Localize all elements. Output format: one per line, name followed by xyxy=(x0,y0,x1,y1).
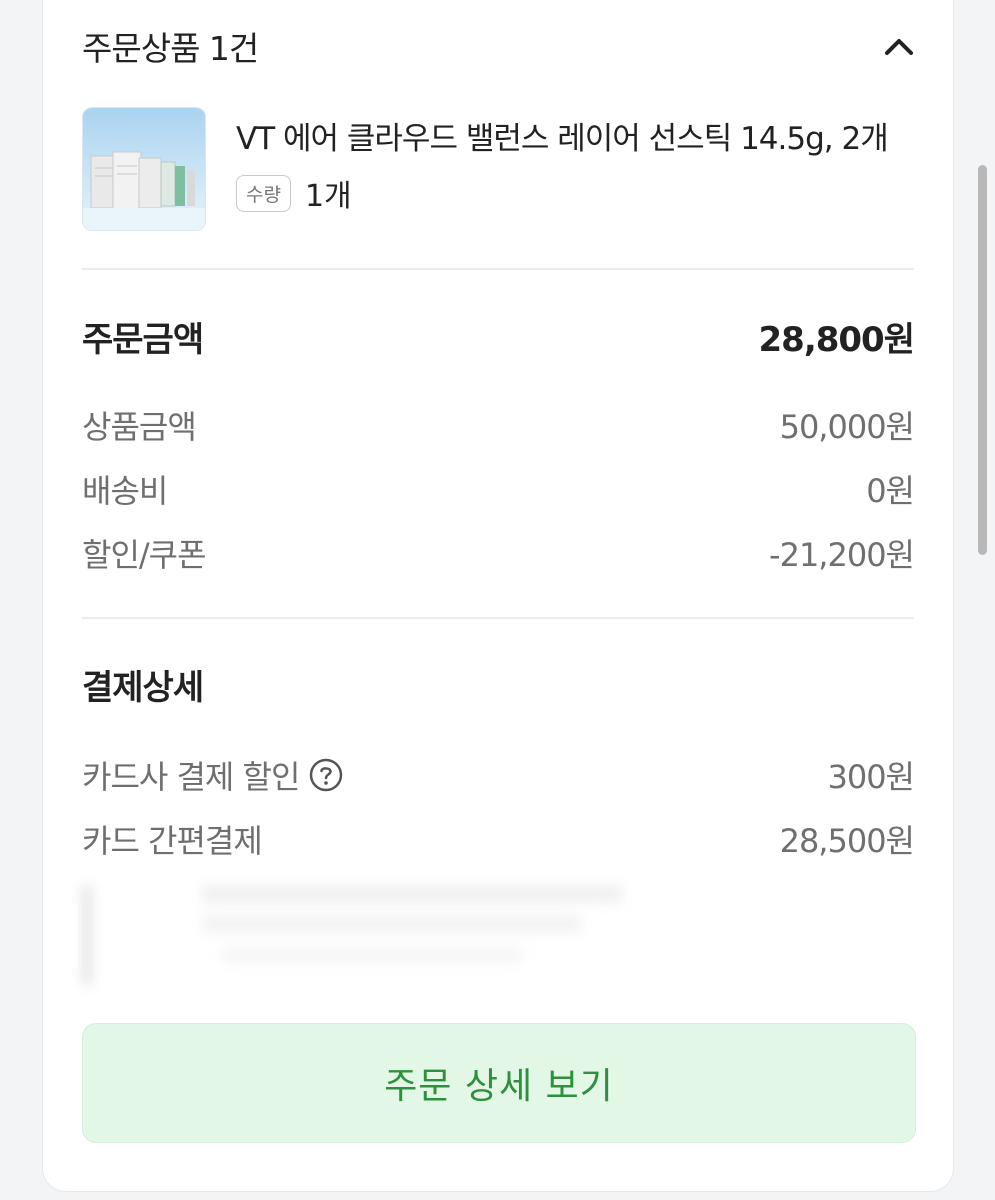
order-items-title: 주문상품 1건 xyxy=(82,29,259,68)
order-amount-title: 주문금액 xyxy=(82,319,204,360)
divider xyxy=(82,617,914,619)
order-amount-total-row: 주문금액 28,800원 xyxy=(82,312,915,360)
payment-row-easy-pay: 카드 간편결제 28,500원 xyxy=(82,815,915,863)
payment-row-label-wrap: 카드사 결제 할인 xyxy=(82,752,343,798)
quantity-row: 수량 1개 xyxy=(236,171,352,215)
amount-row-product: 상품금액 50,000원 xyxy=(82,402,915,448)
product-name[interactable]: VT 에어 클라우드 밸런스 레이어 선스틱 14.5g, 2개 xyxy=(236,113,889,158)
view-order-detail-button[interactable]: 주문 상세 보기 xyxy=(82,1023,916,1143)
divider xyxy=(82,268,914,270)
amount-row-discount: 할인/쿠폰 -21,200원 xyxy=(82,530,915,576)
payment-row-card-discount: 카드사 결제 할인 300원 xyxy=(82,751,915,799)
amount-row-label: 상품금액 xyxy=(82,408,197,446)
amount-row-value: 0원 xyxy=(866,472,915,510)
amount-row-value: -21,200원 xyxy=(769,536,915,574)
payment-row-value: 300원 xyxy=(827,758,915,796)
amount-row-label: 배송비 xyxy=(82,472,168,510)
order-items-header[interactable]: 주문상품 1건 xyxy=(82,18,914,74)
quantity-badge: 수량 xyxy=(236,174,291,212)
amount-row-value: 50,000원 xyxy=(779,408,915,446)
payment-row-label: 카드 간편결제 xyxy=(82,822,263,860)
product-thumbnail[interactable] xyxy=(82,107,206,231)
chevron-up-icon[interactable] xyxy=(884,31,914,61)
redacted-area xyxy=(82,875,642,985)
product-item[interactable]: VT 에어 클라우드 밸런스 레이어 선스틱 14.5g, 2개 수량 1개 xyxy=(82,107,914,233)
question-circle-icon[interactable] xyxy=(309,758,343,792)
order-amount-total: 28,800원 xyxy=(758,319,915,360)
scrollbar-thumb[interactable] xyxy=(978,165,987,555)
quantity-value: 1개 xyxy=(304,179,352,214)
payment-row-label: 카드사 결제 할인 xyxy=(82,758,300,796)
amount-row-label: 할인/쿠폰 xyxy=(82,536,207,574)
amount-row-shipping: 배송비 0원 xyxy=(82,466,915,512)
payment-row-value: 28,500원 xyxy=(779,822,915,860)
payment-detail-title: 결제상세 xyxy=(82,668,204,708)
